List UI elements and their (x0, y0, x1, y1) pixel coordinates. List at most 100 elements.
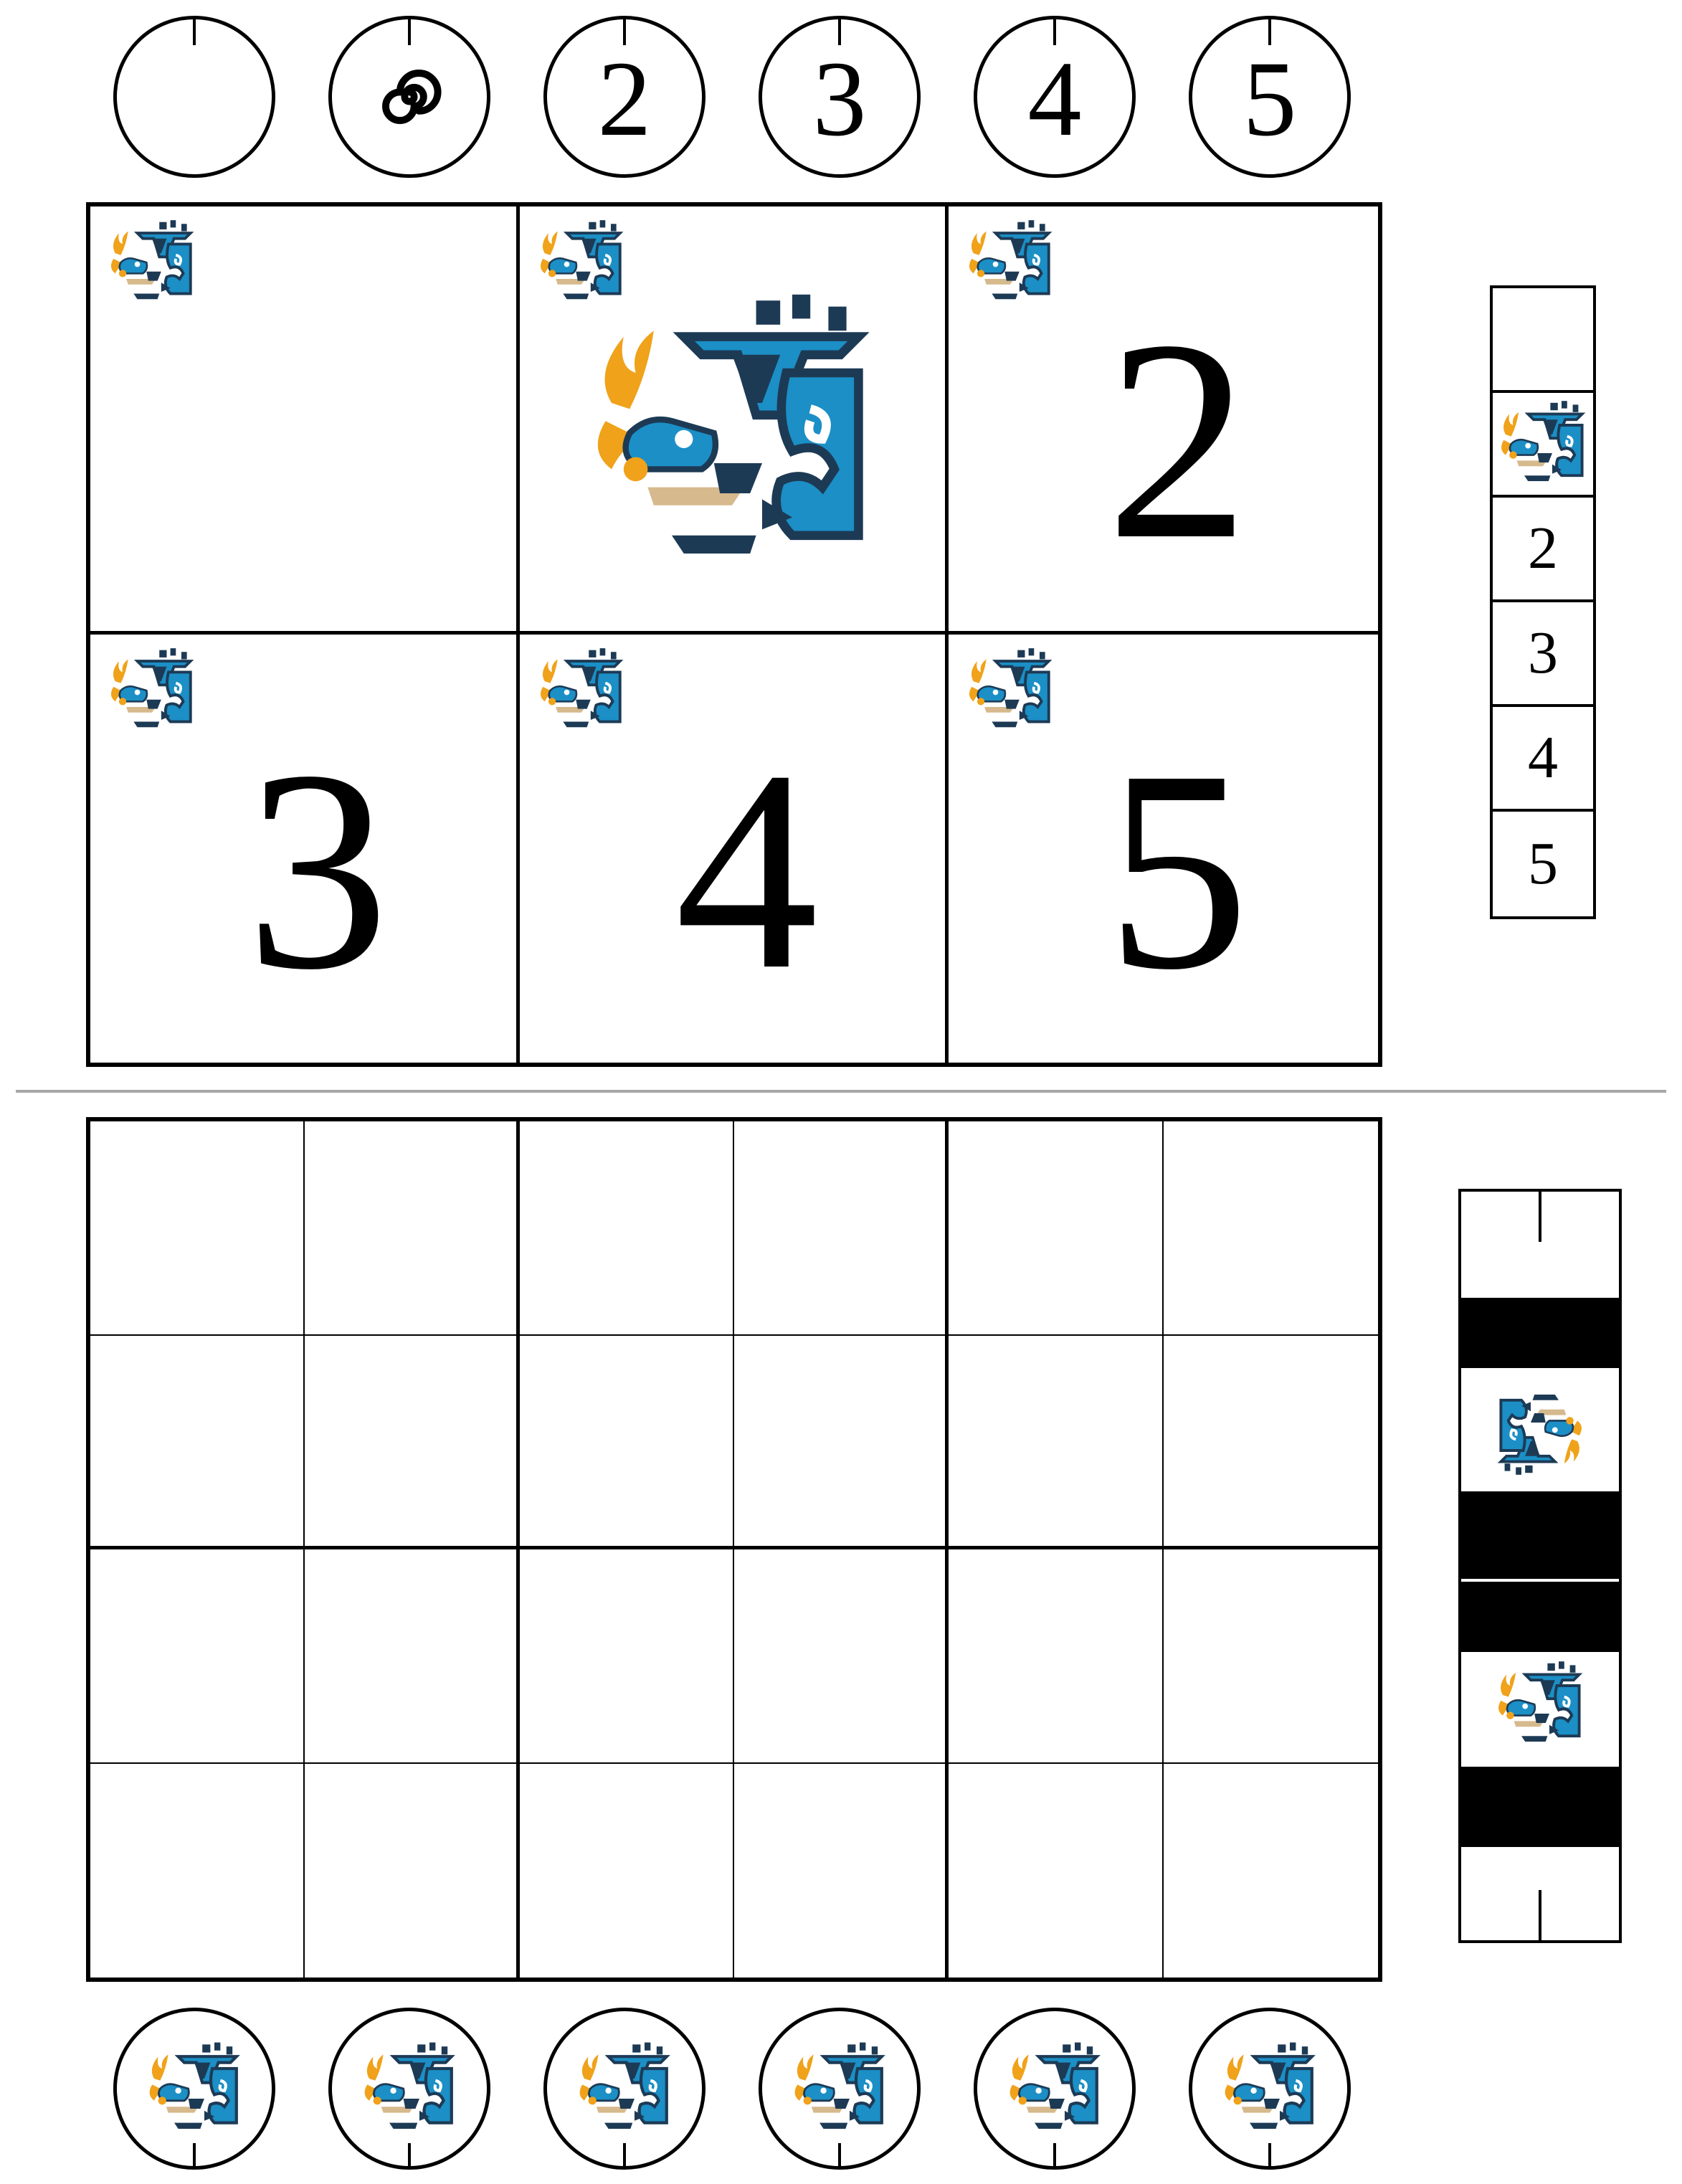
token-2[interactable]: 2 (543, 16, 705, 178)
tracker-band (1461, 1767, 1619, 1847)
board-cell[interactable] (949, 1549, 1164, 1764)
monster-icon (581, 283, 883, 584)
strip-cell-4[interactable]: 4 (1493, 707, 1593, 812)
monster-icon (789, 2038, 890, 2139)
side-strip: 2 3 4 5 (1490, 285, 1596, 919)
monster-token[interactable] (759, 2008, 921, 2170)
token-tick (408, 18, 411, 45)
token-tick (623, 18, 626, 45)
monster-icon (964, 645, 1056, 736)
monster-token[interactable] (328, 2008, 490, 2170)
token-swirl[interactable] (328, 16, 490, 178)
board-cell[interactable] (519, 1335, 734, 1549)
token-tick (193, 18, 196, 45)
board-cell[interactable] (305, 1763, 520, 1978)
card-number: 3 (245, 711, 389, 1029)
board-cell[interactable] (949, 1121, 1164, 1336)
card-number: 5 (1106, 711, 1250, 1029)
token-label: 2 (597, 39, 652, 158)
strip-label: 3 (1528, 619, 1558, 686)
board-cell[interactable] (90, 1335, 305, 1549)
board-cell[interactable] (90, 1763, 305, 1978)
swirl-icon (370, 57, 449, 136)
strip-cell-3[interactable]: 3 (1493, 602, 1593, 707)
board-cell[interactable] (734, 1549, 949, 1764)
card-monster[interactable] (519, 206, 949, 635)
strip-cell-monster[interactable] (1493, 393, 1593, 498)
strip-label: 5 (1528, 830, 1558, 897)
strip-cell-blank[interactable] (1493, 288, 1593, 393)
tracker-strip[interactable] (1458, 1189, 1622, 1943)
monster-token[interactable] (113, 2008, 275, 2170)
board-cell[interactable] (734, 1335, 949, 1549)
token-tick (1053, 18, 1056, 45)
monster-icon (1220, 2038, 1320, 2139)
token-3[interactable]: 3 (759, 16, 921, 178)
strip-cell-2[interactable]: 2 (1493, 498, 1593, 602)
monster-icon (144, 2038, 244, 2139)
board-cell[interactable] (1163, 1336, 1378, 1549)
tracker-tick (1539, 1192, 1541, 1242)
board-cell[interactable] (1163, 1121, 1378, 1336)
token-label: 4 (1027, 39, 1082, 158)
board-cell[interactable] (90, 1549, 305, 1764)
token-tick (838, 18, 841, 45)
tracker-tick (1539, 1890, 1541, 1940)
monster-icon (536, 217, 627, 308)
card-number: 4 (675, 711, 819, 1029)
monster-token[interactable] (974, 2008, 1136, 2170)
token-label: 3 (812, 39, 867, 158)
token-blank[interactable] (113, 16, 275, 178)
card-3[interactable]: 3 (90, 635, 520, 1063)
monster-icon (359, 2038, 460, 2139)
token-tick (1053, 2143, 1056, 2168)
monster-icon (1493, 1658, 1587, 1751)
card-5[interactable]: 5 (949, 635, 1378, 1063)
monster-icon (1493, 1385, 1587, 1478)
card-number: 2 (1106, 281, 1250, 599)
tracker-band (1461, 1298, 1619, 1368)
board-cell[interactable] (734, 1121, 949, 1336)
token-tick (1268, 2143, 1271, 2168)
board-grid (86, 1117, 1382, 1982)
monster-icon (106, 217, 198, 308)
board-cell[interactable] (949, 1763, 1164, 1978)
board-cell[interactable] (305, 1335, 520, 1549)
card-2[interactable]: 2 (949, 206, 1378, 635)
section-divider (16, 1090, 1666, 1093)
monster-icon (106, 645, 198, 736)
strip-label: 2 (1528, 515, 1558, 581)
monster-token[interactable] (543, 2008, 705, 2170)
token-tick (193, 2143, 196, 2168)
board-cell[interactable] (520, 1763, 734, 1978)
token-tick (1268, 18, 1271, 45)
monster-icon (536, 645, 627, 736)
token-label: 5 (1243, 39, 1297, 158)
tracker-band (1461, 1582, 1619, 1652)
token-tick (838, 2143, 841, 2168)
monster-icon (1496, 397, 1590, 490)
monster-icon (1004, 2038, 1105, 2139)
board-cell[interactable] (305, 1121, 520, 1336)
strip-label: 4 (1528, 724, 1558, 791)
token-tick (408, 2143, 411, 2168)
board-cell[interactable] (1164, 1764, 1378, 1978)
board-cell[interactable] (1163, 1549, 1378, 1764)
card-blank[interactable] (90, 206, 520, 635)
board-cell[interactable] (519, 1549, 734, 1764)
token-4[interactable]: 4 (974, 16, 1136, 178)
monster-icon (574, 2038, 675, 2139)
token-5[interactable]: 5 (1189, 16, 1351, 178)
board-cell[interactable] (519, 1121, 734, 1336)
board-cell[interactable] (949, 1335, 1164, 1549)
monster-icon (964, 217, 1056, 308)
card-4[interactable]: 4 (520, 635, 949, 1063)
board-cell[interactable] (734, 1763, 949, 1978)
board-cell[interactable] (90, 1121, 305, 1336)
card-grid: 2 3 4 5 (86, 202, 1382, 1067)
tracker-band (1461, 1491, 1619, 1579)
token-tick (623, 2143, 626, 2168)
strip-cell-5[interactable]: 5 (1493, 812, 1593, 916)
board-cell[interactable] (305, 1549, 520, 1764)
monster-token[interactable] (1189, 2008, 1351, 2170)
